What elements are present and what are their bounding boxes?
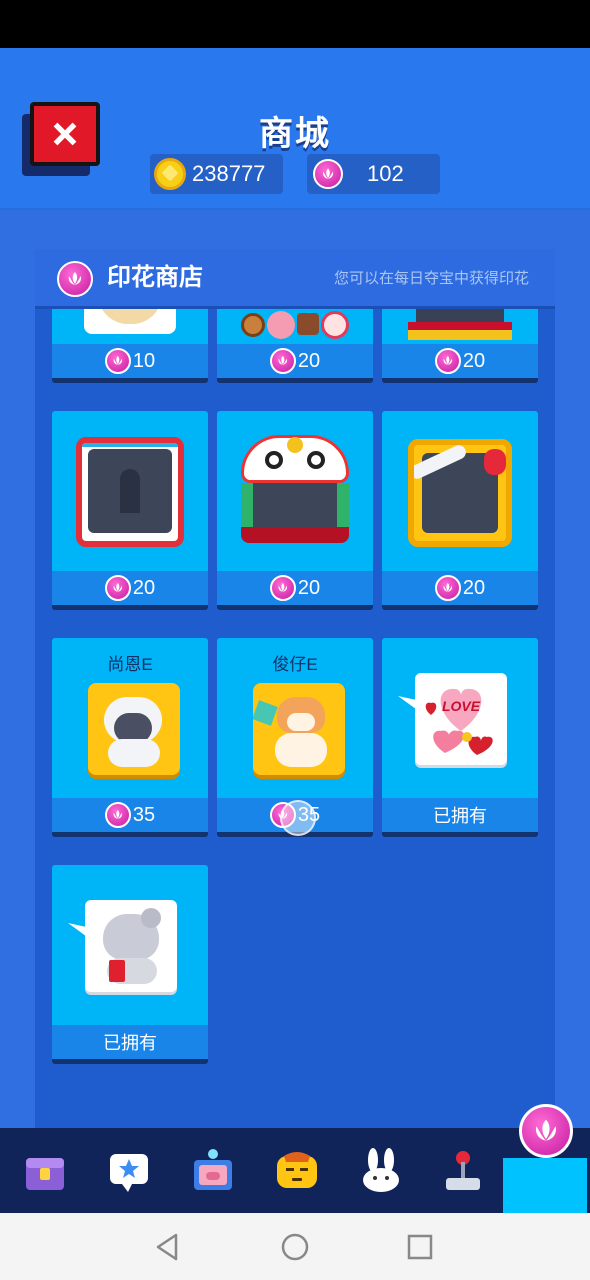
shop-item-card[interactable]: 20: [382, 411, 538, 610]
shop-item-card[interactable]: LOVE 已拥有: [382, 638, 538, 837]
joystick-icon: [446, 1150, 480, 1190]
panel-header: 印花商店 您可以在每日夺宝中获得印花: [35, 249, 555, 309]
nav-controls[interactable]: [422, 1128, 504, 1213]
shop-item-card[interactable]: 尚恩E 35: [52, 638, 208, 837]
food-plate-art: [84, 309, 176, 334]
sheep-emoji-art: [88, 683, 180, 775]
nav-chest[interactable]: [4, 1128, 86, 1213]
lotus-stamp-icon: [269, 348, 296, 374]
stamp-balance: 102: [307, 154, 440, 194]
touch-indicator: [280, 800, 316, 836]
item-owned-status: 已拥有: [433, 806, 487, 826]
lotus-stamp-icon: [434, 575, 461, 601]
nav-stickers[interactable]: [88, 1128, 170, 1213]
nav-stamp-shop[interactable]: [503, 1158, 587, 1213]
item-price: 10: [132, 349, 156, 372]
nav-pets[interactable]: [340, 1128, 422, 1213]
coin-amount: 238777: [192, 161, 266, 186]
lotus-stamp-icon: [104, 348, 131, 374]
temple-frame-art: [408, 309, 512, 340]
header: 商城 238777 102: [0, 48, 590, 210]
stamp-shop-panel: 印花商店 您可以在每日夺宝中获得印花 10 20 20 20 20 20 尚恩E…: [35, 249, 555, 1213]
status-bar: [0, 0, 590, 48]
nav-emotes[interactable]: [256, 1128, 338, 1213]
lotus-stamp-icon: [269, 575, 296, 601]
page-title: 商城: [259, 115, 331, 153]
bunny-icon: [363, 1147, 399, 1192]
recents-icon[interactable]: [404, 1231, 436, 1263]
winter-frame-art: [408, 439, 512, 547]
love-hearts-sticker-art: LOVE: [415, 673, 507, 765]
shop-item-card[interactable]: 20: [217, 411, 373, 610]
item-price: 35: [132, 803, 156, 826]
sweets-frame-art: [239, 309, 351, 341]
chest-icon: [26, 1157, 64, 1190]
gift-frame-art: [76, 437, 184, 547]
lotus-stamp-icon: [434, 348, 461, 374]
bottom-nav: [0, 1128, 590, 1213]
back-icon[interactable]: [152, 1231, 184, 1263]
coin-icon: [154, 158, 186, 190]
shop-item-card[interactable]: 已拥有: [52, 865, 208, 1064]
item-name: 尚恩E: [107, 655, 153, 674]
shop-item-card[interactable]: 10: [52, 309, 208, 383]
system-nav-bar: [0, 1213, 590, 1280]
shiba-emoji-art: [253, 683, 345, 775]
mouse-red-envelope-sticker-art: [85, 900, 177, 992]
shop-item-card[interactable]: 20: [52, 411, 208, 610]
item-price: 20: [297, 349, 321, 372]
home-icon[interactable]: [279, 1231, 311, 1263]
lotus-stamp-icon: [104, 802, 131, 828]
nav-stamp-shop-badge[interactable]: [519, 1104, 573, 1158]
svg-text:LOVE: LOVE: [442, 698, 481, 714]
love-hearts-icon: LOVE: [425, 688, 493, 755]
pig-robot-icon: [194, 1148, 232, 1190]
stamp-amount: 102: [367, 161, 404, 186]
lion-dance-frame-art: [241, 435, 349, 545]
star-bubble-icon: [110, 1153, 148, 1192]
emoji-face-icon: [277, 1151, 317, 1188]
shop-screen: 商城 238777 102 印花商店 您可以在每日夺宝中获得印花 10 20 2…: [0, 48, 590, 1213]
item-price: 20: [132, 576, 156, 599]
item-owned-status: 已拥有: [103, 1033, 157, 1053]
coin-balance: 238777: [150, 154, 283, 194]
item-price: 20: [297, 576, 321, 599]
lotus-stamp-icon: [104, 575, 131, 601]
lotus-stamp-icon: [536, 1119, 556, 1141]
item-name: 俊仔E: [272, 655, 318, 674]
lotus-stamp-icon: [313, 159, 343, 189]
nav-avatars[interactable]: [172, 1128, 254, 1213]
item-price: 20: [462, 349, 486, 372]
panel-hint: 您可以在每日夺宝中获得印花: [333, 270, 529, 287]
shop-grid[interactable]: 10 20 20 20 20 20 尚恩E 35 俊仔E 35 LOVE 已拥有…: [52, 309, 538, 1213]
panel-title: 印花商店: [107, 264, 203, 291]
shop-item-card[interactable]: 20: [217, 309, 373, 383]
lotus-stamp-icon: [57, 261, 93, 297]
item-price: 20: [462, 576, 486, 599]
shop-item-card[interactable]: 20: [382, 309, 538, 383]
